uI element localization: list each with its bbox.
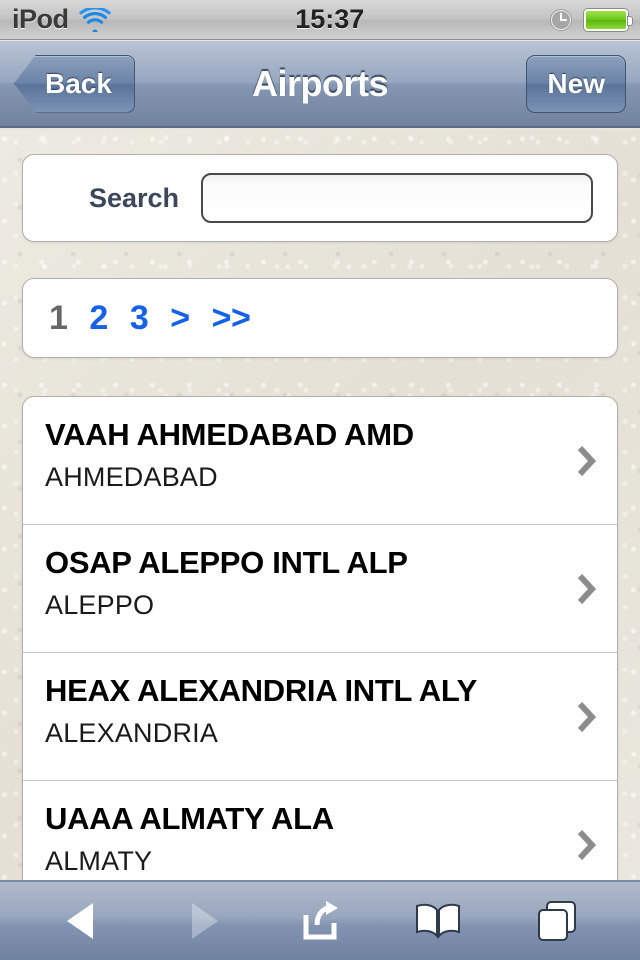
chevron-right-icon <box>575 572 597 606</box>
airport-title: HEAX ALEXANDRIA INTL ALY <box>45 673 478 708</box>
airport-title: UAAA ALMATY ALA <box>45 801 334 836</box>
new-button-label: New <box>547 67 605 99</box>
back-button-label: Back <box>45 67 112 99</box>
page-link-2[interactable]: 2 <box>89 299 108 338</box>
carrier-label: iPod <box>12 4 69 34</box>
airport-title: OSAP ALEPPO INTL ALP <box>45 545 408 580</box>
wifi-icon <box>78 5 111 35</box>
bookmarks-book-icon[interactable] <box>402 892 474 950</box>
airport-city: ALEPPO <box>45 589 155 620</box>
back-button[interactable]: Back <box>14 54 135 113</box>
browser-toolbar <box>0 880 640 960</box>
airport-title: VAAH AHMEDABAD AMD <box>45 417 414 452</box>
table-row[interactable]: UAAA ALMATY ALA ALMATY <box>23 781 617 880</box>
pagination-bar: 1 2 3 > >> <box>22 278 618 358</box>
battery-icon <box>584 8 632 31</box>
page-link-3[interactable]: 3 <box>130 299 149 338</box>
status-bar-clock: 15:37 <box>295 4 365 34</box>
airport-list: VAAH AHMEDABAD AMD AHMEDABAD OSAP ALEPPO… <box>22 396 618 880</box>
share-icon[interactable] <box>284 892 356 950</box>
status-bar-left: iPod <box>12 4 111 35</box>
table-row[interactable]: HEAX ALEXANDRIA INTL ALY ALEXANDRIA <box>23 653 617 781</box>
table-row[interactable]: OSAP ALEPPO INTL ALP ALEPPO <box>23 525 617 653</box>
tabs-pages-icon[interactable] <box>521 892 593 950</box>
table-row[interactable]: VAAH AHMEDABAD AMD AHMEDABAD <box>23 397 617 525</box>
search-card: Search <box>22 154 618 242</box>
page-link-1: 1 <box>49 298 68 337</box>
search-input[interactable] <box>201 173 593 223</box>
status-bar-right <box>549 8 632 32</box>
last-page-link[interactable]: >> <box>212 299 251 338</box>
chevron-right-icon <box>575 444 597 478</box>
navigation-bar: Back Airports New <box>0 41 640 128</box>
clock-icon <box>549 8 573 32</box>
chevron-right-icon <box>575 700 597 734</box>
airport-city: ALMATY <box>45 845 153 876</box>
new-button[interactable]: New <box>526 54 626 113</box>
status-bar: iPod 15:37 <box>0 0 640 40</box>
airport-city: AHMEDABAD <box>45 461 218 492</box>
back-triangle-icon[interactable] <box>47 892 119 950</box>
next-page-link[interactable]: > <box>170 299 190 338</box>
airport-city: ALEXANDRIA <box>45 717 219 748</box>
search-label: Search <box>88 182 179 213</box>
content-area: Search 1 2 3 > >> VAAH AHMEDABAD AMD AHM… <box>0 130 640 880</box>
chevron-right-icon <box>575 828 597 862</box>
forward-triangle-icon <box>166 892 238 950</box>
